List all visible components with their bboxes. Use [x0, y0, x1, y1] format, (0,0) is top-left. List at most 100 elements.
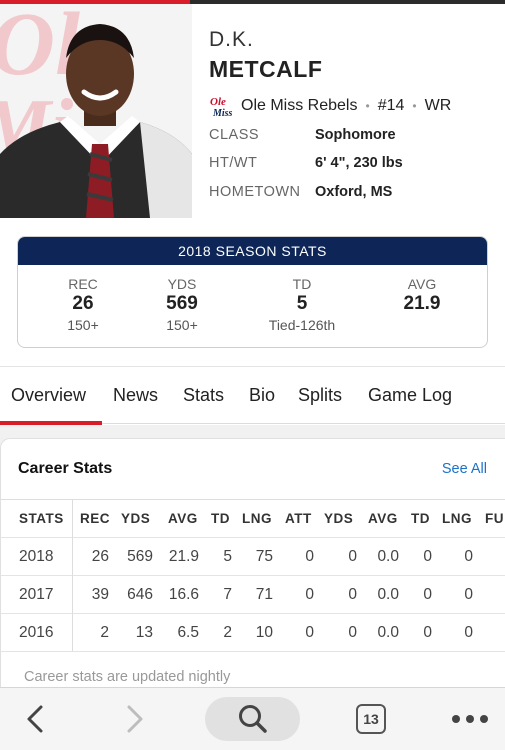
team-name[interactable]: Ole Miss Rebels	[241, 97, 357, 115]
stat-label: AVG	[407, 276, 437, 292]
forward-button[interactable]	[120, 704, 150, 734]
table-header-row: STATS REC YDS AVG TD LNG ATT YDS AVG TD …	[1, 500, 505, 538]
table-cell: 71	[255, 586, 273, 603]
stat-rank: 150+	[67, 317, 99, 333]
column-header: YDS	[324, 511, 354, 526]
table-cell: 0	[464, 548, 473, 565]
info-label: CLASS	[209, 127, 260, 143]
tab-splits[interactable]: Splits	[298, 385, 342, 406]
stat-value: 569	[166, 293, 198, 314]
player-photo: Ole Mi	[0, 4, 192, 218]
tabs-button[interactable]: 13	[354, 702, 388, 736]
season-stats-card: 2018 SEASON STATS REC 26 150+ YDS 569 15…	[17, 236, 488, 348]
search-button[interactable]	[205, 697, 300, 741]
table-cell: 16.6	[168, 586, 199, 603]
table-cell: 13	[135, 624, 153, 641]
career-stats-footnote: Career stats are updated nightly	[24, 669, 231, 685]
column-header: AVG	[168, 511, 198, 526]
table-cell: 6.5	[177, 624, 199, 641]
table-cell: 0	[423, 548, 432, 565]
column-header: AVG	[368, 511, 398, 526]
info-value: 6' 4", 230 lbs	[315, 155, 403, 171]
player-position: WR	[424, 97, 452, 114]
season-stat-yds: YDS 569 150+	[148, 276, 216, 333]
stat-label: YDS	[167, 276, 197, 292]
column-header: YDS	[121, 511, 151, 526]
info-label: HT/WT	[209, 155, 258, 171]
stat-value: 21.9	[403, 293, 441, 314]
separator-dot: •	[365, 99, 370, 113]
stat-rank: 150+	[166, 317, 198, 333]
season-stat-rec: REC 26 150+	[18, 276, 148, 333]
svg-text:Ole: Ole	[210, 96, 226, 108]
table-cell: 0	[348, 586, 357, 603]
column-header: TD	[411, 511, 430, 526]
table-row: 2017 39 646 16.6 7 71 0 0 0.0 0 0	[1, 576, 505, 614]
column-header: TD	[211, 511, 230, 526]
info-value: Sophomore	[315, 127, 396, 143]
stat-label: REC	[68, 276, 98, 292]
separator-dot: •	[412, 99, 417, 113]
tab-bio[interactable]: Bio	[249, 385, 275, 406]
table-row: 2016 2 13 6.5 2 10 0 0 0.0 0 0	[1, 614, 505, 652]
career-stats-table[interactable]: STATS REC YDS AVG TD LNG ATT YDS AVG TD …	[1, 499, 505, 652]
info-row-ht-wt: HT/WT 6' 4", 230 lbs	[209, 155, 403, 171]
career-stats-title: Career Stats	[18, 460, 113, 477]
info-label: HOMETOWN	[209, 184, 301, 200]
info-row-hometown: HOMETOWN Oxford, MS	[209, 184, 392, 200]
player-first-name: D.K.	[209, 28, 254, 51]
table-cell: 0.0	[377, 624, 399, 641]
table-cell: 39	[91, 586, 109, 603]
career-stats-card: Career Stats See All STATS REC YDS AVG T…	[0, 438, 505, 698]
table-row: 2018 26 569 21.9 5 75 0 0 0.0 0 0	[1, 538, 505, 576]
table-cell: 0	[423, 586, 432, 603]
tab-count: 13	[363, 711, 379, 727]
table-cell: 26	[91, 548, 109, 565]
table-cell: 0.0	[377, 548, 399, 565]
table-cell: 7	[223, 586, 232, 603]
table-cell: 2	[223, 624, 232, 641]
table-cell: 0	[423, 624, 432, 641]
column-header: ATT	[285, 511, 312, 526]
table-cell: 0	[464, 624, 473, 641]
tab-news[interactable]: News	[113, 385, 158, 406]
column-header: LNG	[242, 511, 272, 526]
tab-overview[interactable]: Overview	[11, 385, 86, 406]
player-last-name: METCALF	[209, 56, 323, 82]
table-cell: 21.9	[168, 548, 199, 565]
table-cell: 0	[305, 548, 314, 565]
table-cell: 2016	[19, 624, 54, 641]
stat-value: 26	[72, 293, 94, 314]
table-cell: 75	[255, 548, 273, 565]
table-cell: 646	[127, 586, 153, 603]
table-cell: 2017	[19, 586, 54, 603]
more-button[interactable]	[450, 704, 490, 734]
table-cell: 2	[100, 624, 109, 641]
season-stats-title: 2018 SEASON STATS	[18, 237, 487, 265]
back-button[interactable]	[20, 704, 50, 734]
season-stat-td: TD 5 Tied-126th	[216, 276, 388, 333]
stat-label: TD	[292, 276, 312, 292]
table-cell: 10	[255, 624, 273, 641]
table-cell: 0	[305, 624, 314, 641]
season-stat-avg: AVG 21.9	[388, 276, 456, 333]
stat-value: 5	[296, 293, 308, 314]
stat-rank: Tied-126th	[268, 317, 336, 333]
tabs-icon: 13	[356, 704, 386, 734]
ole-miss-logo-icon: Ole Miss	[210, 96, 233, 118]
table-cell: 0.0	[377, 586, 399, 603]
column-header: LNG	[442, 511, 472, 526]
tab-stats[interactable]: Stats	[183, 385, 224, 406]
player-header: Ole Mi D.K. METCALF Ole Miss Ole Miss Re…	[0, 4, 505, 218]
table-cell: 0	[348, 624, 357, 641]
tab-game-log[interactable]: Game Log	[368, 385, 452, 406]
table-cell: 2018	[19, 548, 54, 565]
info-row-class: CLASS Sophomore	[209, 127, 396, 143]
column-header: FU	[485, 511, 504, 526]
column-header: STATS	[19, 511, 64, 526]
back-icon	[27, 705, 43, 733]
forward-icon	[127, 705, 143, 733]
table-cell: 0	[348, 548, 357, 565]
see-all-link[interactable]: See All	[442, 461, 487, 477]
profile-tabs: Overview News Stats Bio Splits Game Log	[0, 366, 505, 425]
